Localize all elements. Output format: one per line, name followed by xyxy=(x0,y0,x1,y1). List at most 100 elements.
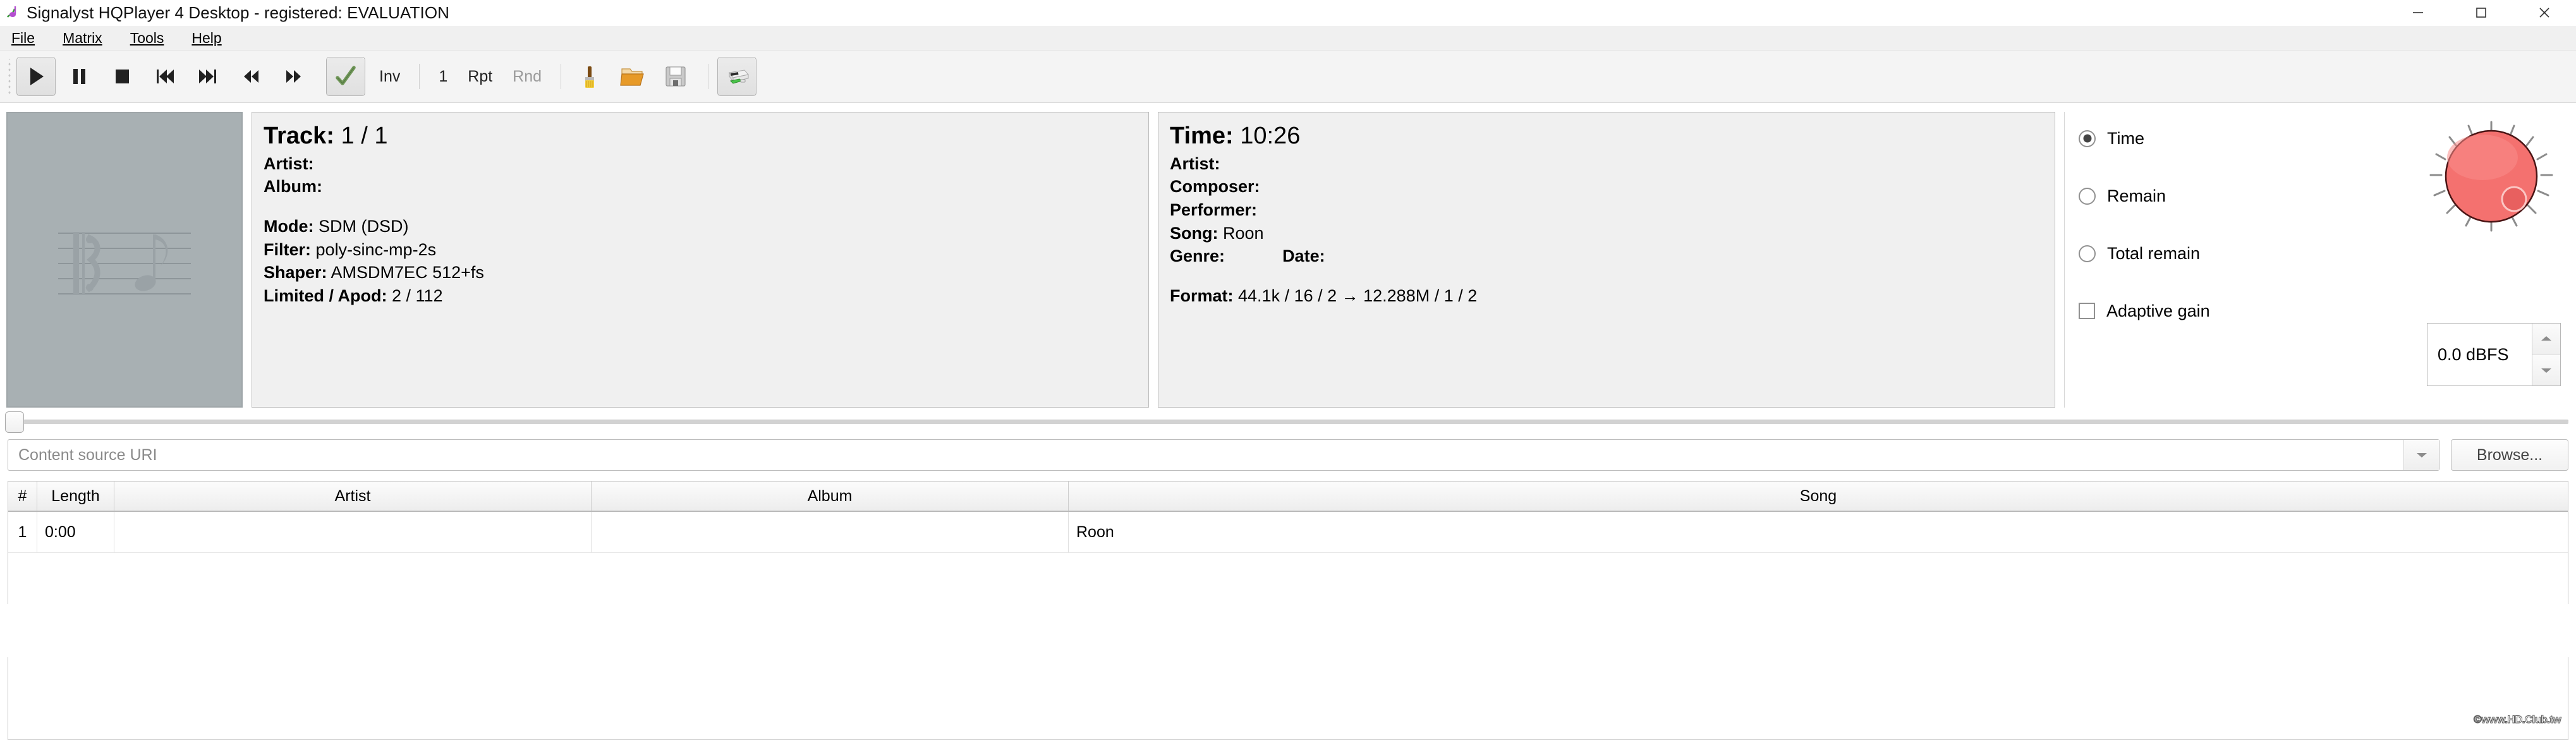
limited-apod-row: Limited / Apod: 2 / 112 xyxy=(264,284,1137,308)
save-playlist-button[interactable] xyxy=(656,57,695,96)
playlist-header-row: # Length Artist Album Song xyxy=(8,482,2568,512)
playlist-empty-area[interactable] xyxy=(8,657,2568,740)
menu-item-matrix[interactable]: Matrix xyxy=(60,28,105,48)
time-heading: Time: 10:26 xyxy=(1170,123,2043,150)
radio-remain[interactable]: Remain xyxy=(2079,181,2293,211)
now-playing-area: Track: 1 / 1 Artist: Album: Mode: SDM (D… xyxy=(0,103,2576,408)
cell-length: 0:00 xyxy=(37,512,114,552)
rewind-button[interactable] xyxy=(231,57,270,96)
column-header-artist[interactable]: Artist xyxy=(114,482,592,511)
volume-knob[interactable] xyxy=(2422,118,2561,238)
volume-spinbox[interactable]: 0.0 dBFS xyxy=(2427,323,2561,386)
watermark: ©www.HD.Club.tw xyxy=(2474,713,2562,726)
meta-composer-label: Composer: xyxy=(1170,177,1260,197)
menu-matrix-label: Matrix xyxy=(63,29,102,46)
track-artist-row: Artist: xyxy=(264,152,1137,176)
column-header-length[interactable]: Length xyxy=(37,482,114,511)
enable-dsp-button[interactable] xyxy=(326,57,365,96)
meta-song-label: Song: xyxy=(1170,223,1218,243)
open-folder-icon xyxy=(620,68,644,86)
album-art xyxy=(6,112,243,408)
radio-time-label: Time xyxy=(2107,128,2144,148)
pause-button[interactable] xyxy=(59,57,99,96)
source-uri-combobox[interactable]: Content source URI xyxy=(8,439,2439,471)
radio-time[interactable]: Time xyxy=(2079,123,2293,154)
meta-genre-date-row: Genre: Date: xyxy=(1170,245,2043,268)
toolbar-drag-handle[interactable] xyxy=(5,59,14,94)
meta-performer-row: Performer: xyxy=(1170,198,2043,222)
invert-button[interactable]: Inv xyxy=(379,68,400,86)
meta-performer-label: Performer: xyxy=(1170,200,1258,219)
track-album-label: Album: xyxy=(264,177,322,197)
source-uri-dropdown-button[interactable] xyxy=(2403,440,2439,470)
cell-artist xyxy=(114,512,592,552)
source-uri-input[interactable]: Content source URI xyxy=(8,446,2403,464)
clear-playlist-button[interactable] xyxy=(570,57,609,96)
mode-value: SDM (DSD) xyxy=(319,216,409,236)
seek-track[interactable] xyxy=(5,411,2568,433)
minimize-button[interactable] xyxy=(2386,0,2450,25)
mode-label: Mode: xyxy=(264,216,314,236)
radio-time-indicator xyxy=(2079,130,2096,147)
adaptive-gain-box xyxy=(2079,303,2095,319)
source-uri-row: Content source URI Browse... xyxy=(0,435,2576,475)
brush-icon xyxy=(585,66,595,88)
previous-track-button[interactable] xyxy=(145,57,185,96)
playback-display-controls: Time Remain Total remain Adaptive gain 0… xyxy=(2064,112,2570,408)
track-value: 1 / 1 xyxy=(341,123,388,149)
column-header-song[interactable]: Song xyxy=(1069,482,2568,511)
fast-forward-button[interactable] xyxy=(274,57,313,96)
track-album-row: Album: xyxy=(264,175,1137,198)
maximize-button[interactable] xyxy=(2450,0,2513,25)
next-track-button[interactable] xyxy=(188,57,228,96)
close-button[interactable] xyxy=(2513,0,2576,25)
table-row[interactable]: 1 0:00 Roon xyxy=(8,512,2568,553)
meta-date-label: Date: xyxy=(1282,246,1325,266)
open-file-button[interactable] xyxy=(613,57,652,96)
menu-item-tools[interactable]: Tools xyxy=(128,28,167,48)
time-value: 10:26 xyxy=(1240,123,1301,149)
checkbox-adaptive-gain[interactable]: Adaptive gain xyxy=(2079,296,2293,326)
menu-tools-label: Tools xyxy=(130,29,164,46)
time-display-radio-group: Time Remain Total remain Adaptive gain xyxy=(2065,112,2293,408)
fast-forward-icon xyxy=(286,70,301,83)
adaptive-gain-label: Adaptive gain xyxy=(2106,301,2210,320)
toolbar: Inv 1 Rpt Rnd xyxy=(0,50,2576,103)
filter-value: poly-sinc-mp-2s xyxy=(315,240,437,259)
menu-help-label: Help xyxy=(191,29,222,46)
audio-device-button[interactable] xyxy=(717,57,757,96)
meta-artist-label: Artist: xyxy=(1170,154,1220,173)
format-row: Format: 44.1k / 16 / 2 → 12.288M / 1 / 2 xyxy=(1170,284,2043,308)
play-button[interactable] xyxy=(16,57,56,96)
seek-slider[interactable] xyxy=(0,408,2576,435)
meta-composer-row: Composer: xyxy=(1170,175,2043,198)
track-heading: Track: 1 / 1 xyxy=(264,123,1137,150)
column-header-num[interactable]: # xyxy=(8,482,37,511)
column-header-album[interactable]: Album xyxy=(592,482,1069,511)
pause-icon xyxy=(73,69,85,84)
window-controls xyxy=(2386,0,2576,25)
cell-song: Roon xyxy=(1076,523,1114,541)
cell-album xyxy=(592,512,1069,552)
menu-item-file[interactable]: File xyxy=(9,28,37,48)
browse-button[interactable]: Browse... xyxy=(2451,439,2568,471)
filter-label: Filter: xyxy=(264,240,312,259)
volume-value: 0.0 dBFS xyxy=(2438,344,2509,364)
limited-apod-label: Limited / Apod: xyxy=(264,286,387,306)
filter-row: Filter: poly-sinc-mp-2s xyxy=(264,238,1137,262)
seek-handle[interactable] xyxy=(5,411,24,433)
random-button[interactable]: Rnd xyxy=(513,68,542,86)
shaper-value: AMSDM7EC 512+fs xyxy=(331,263,484,282)
radio-total-remain[interactable]: Total remain xyxy=(2079,238,2293,269)
repeat-button[interactable]: Rpt xyxy=(468,68,492,86)
meta-song-row: Song: Roon xyxy=(1170,222,2043,245)
limited-apod-value: 2 / 112 xyxy=(392,286,443,306)
window-title: Signalyst HQPlayer 4 Desktop - registere… xyxy=(27,3,450,22)
volume-decrease-button[interactable] xyxy=(2532,355,2560,385)
mode-row: Mode: SDM (DSD) xyxy=(264,215,1137,238)
menu-item-help[interactable]: Help xyxy=(189,28,224,48)
repeat-count-label[interactable]: 1 xyxy=(439,68,447,86)
track-label: Track: xyxy=(264,123,334,149)
stop-button[interactable] xyxy=(102,57,142,96)
volume-increase-button[interactable] xyxy=(2532,324,2560,355)
